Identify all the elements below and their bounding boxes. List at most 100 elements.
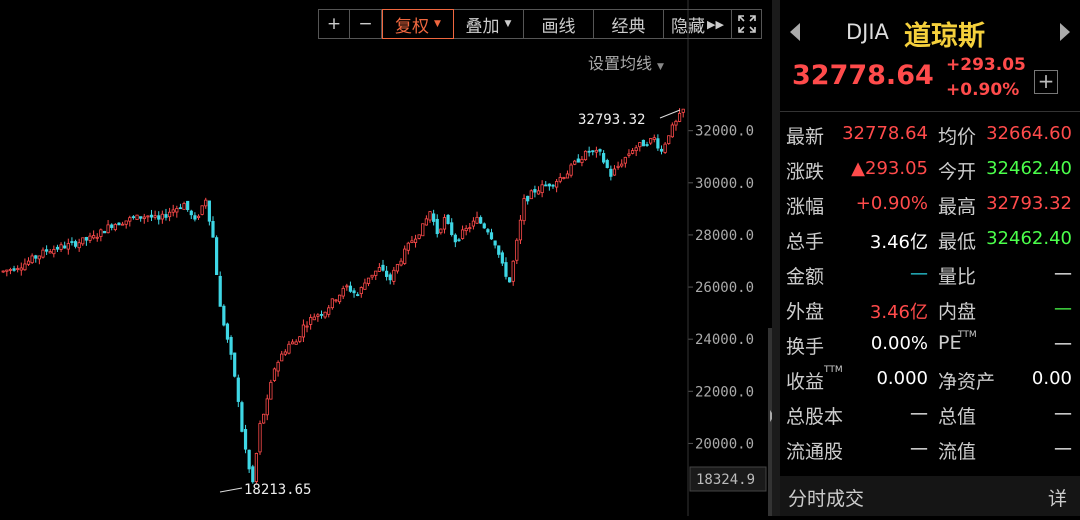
candle-body <box>457 239 461 242</box>
candle-body <box>395 264 400 272</box>
candle-body <box>37 255 41 260</box>
quote-value: — <box>910 263 928 284</box>
quote-label: 流通股 <box>786 441 844 463</box>
candle-body <box>258 423 262 453</box>
candle-body <box>479 217 483 224</box>
quote-value: — <box>1054 333 1072 354</box>
candle-body <box>649 138 653 144</box>
candle-body <box>193 215 197 220</box>
quote-label: 最新 <box>786 126 825 148</box>
quote-label: 总值 <box>938 406 977 428</box>
detail-link[interactable]: 详 <box>1048 484 1067 511</box>
change-value: +293.05 <box>946 55 1026 75</box>
candle-body <box>41 249 45 258</box>
candle-body <box>432 213 436 222</box>
candle-body <box>254 453 258 482</box>
candle-body <box>225 323 230 340</box>
candle-body <box>500 252 504 264</box>
candle-body <box>681 108 685 113</box>
candle-body <box>540 184 544 194</box>
low-annotation: 18213.65 <box>244 482 311 498</box>
candle-body <box>630 150 635 154</box>
kline-chart[interactable]: 32000.0 30000.0 28000.0 26000.0 24000.0 22000… <box>0 0 772 516</box>
add-watchlist-button[interactable]: + <box>1034 70 1058 94</box>
candle-body <box>652 137 656 140</box>
index-name: 道琼斯 <box>904 21 985 52</box>
quote-row: 涨幅 +0.90% 最高 32793.32 <box>780 188 1080 222</box>
candle-body <box>88 235 92 241</box>
quote-value: — <box>1054 403 1072 424</box>
candle-body <box>8 269 13 271</box>
candle-body <box>428 211 432 221</box>
candle-body <box>356 294 360 296</box>
zoom-out-button[interactable]: − <box>350 9 382 39</box>
candle-body <box>576 158 580 163</box>
candle-body <box>196 215 201 218</box>
candle-body <box>641 139 646 147</box>
quote-value: 32778.64 <box>842 123 928 144</box>
candle-body <box>12 268 16 271</box>
double-chevron-right-icon: ▶▶ <box>707 17 724 31</box>
candle-body <box>363 282 367 290</box>
candle-body <box>280 353 284 362</box>
candle-body <box>204 199 208 207</box>
candle-body <box>323 311 327 318</box>
candle-body <box>149 214 154 218</box>
candle-body <box>366 277 371 284</box>
zoom-in-button[interactable]: + <box>318 9 350 39</box>
kline-chart-area[interactable]: 32000.0 30000.0 28000.0 26000.0 24000.0 22000… <box>0 0 772 516</box>
next-arrow-icon[interactable] <box>1058 22 1072 42</box>
candle-body <box>468 227 472 230</box>
candle-body <box>345 285 349 288</box>
classic-button[interactable]: 经典 <box>594 9 664 39</box>
minus-icon: − <box>358 14 373 34</box>
quote-value: 32462.40 <box>986 158 1072 179</box>
quote-label: 均价 <box>938 126 977 148</box>
candle-body <box>26 260 31 265</box>
candle-body <box>337 294 342 303</box>
overlay-dropdown[interactable]: 叠加 ▼ <box>454 9 524 39</box>
candle-body <box>66 243 70 250</box>
candle-body <box>359 287 363 294</box>
quote-label: 今开 <box>938 161 977 183</box>
y-tick-label: 32000.0 <box>695 124 754 140</box>
candle-body <box>30 255 34 264</box>
quote-row: 金额 — 量比 — <box>780 258 1080 292</box>
candle-body <box>573 160 577 165</box>
fullscreen-button[interactable] <box>732 9 762 39</box>
last-price: 32778.64 <box>792 60 934 91</box>
candle-body <box>475 216 479 224</box>
tick-trade-header[interactable]: 分时成交 详 <box>780 476 1080 516</box>
candle-body <box>301 324 306 338</box>
candle-body <box>160 213 164 220</box>
draw-line-button[interactable]: 画线 <box>524 9 594 39</box>
chart-toolbar: + − 复权 ▼ 叠加 ▼ 画线 经典 隐藏 ▶▶ <box>318 9 762 41</box>
quote-row: 外盘 3.46亿 内盘 — <box>780 293 1080 327</box>
candle-body <box>536 190 541 195</box>
candle-body <box>385 270 389 277</box>
candle-body <box>406 242 410 251</box>
quote-row: 最新 32778.64 均价 32664.60 <box>780 118 1080 152</box>
candle-body <box>670 124 674 138</box>
restore-right-dropdown[interactable]: 复权 ▼ <box>382 9 454 39</box>
separator <box>780 111 1080 112</box>
hide-button[interactable]: 隐藏 ▶▶ <box>664 9 732 39</box>
candle-body <box>392 269 396 282</box>
candle-body <box>334 299 338 302</box>
quote-value: ▲293.05 <box>851 158 928 179</box>
candle-body <box>265 398 269 416</box>
candle-body <box>594 149 598 153</box>
prev-arrow-icon[interactable] <box>788 22 802 42</box>
panel-divider <box>772 0 780 516</box>
ma-setting-dropdown[interactable]: 设置均线 ▼ <box>588 50 664 74</box>
quote-label: 流值 <box>938 441 977 463</box>
index-code: DJIA <box>846 20 889 44</box>
quote-label: 金额 <box>786 266 825 288</box>
quote-row: 收益 0.000 净资产 TTM 0.00 <box>780 363 1080 397</box>
quote-value: 3.46亿 <box>869 302 928 323</box>
candle-body <box>70 241 74 243</box>
candle-body <box>283 351 287 355</box>
candle-body <box>48 251 52 254</box>
candle-body <box>410 240 414 243</box>
caret-down-icon: ▼ <box>657 62 664 72</box>
